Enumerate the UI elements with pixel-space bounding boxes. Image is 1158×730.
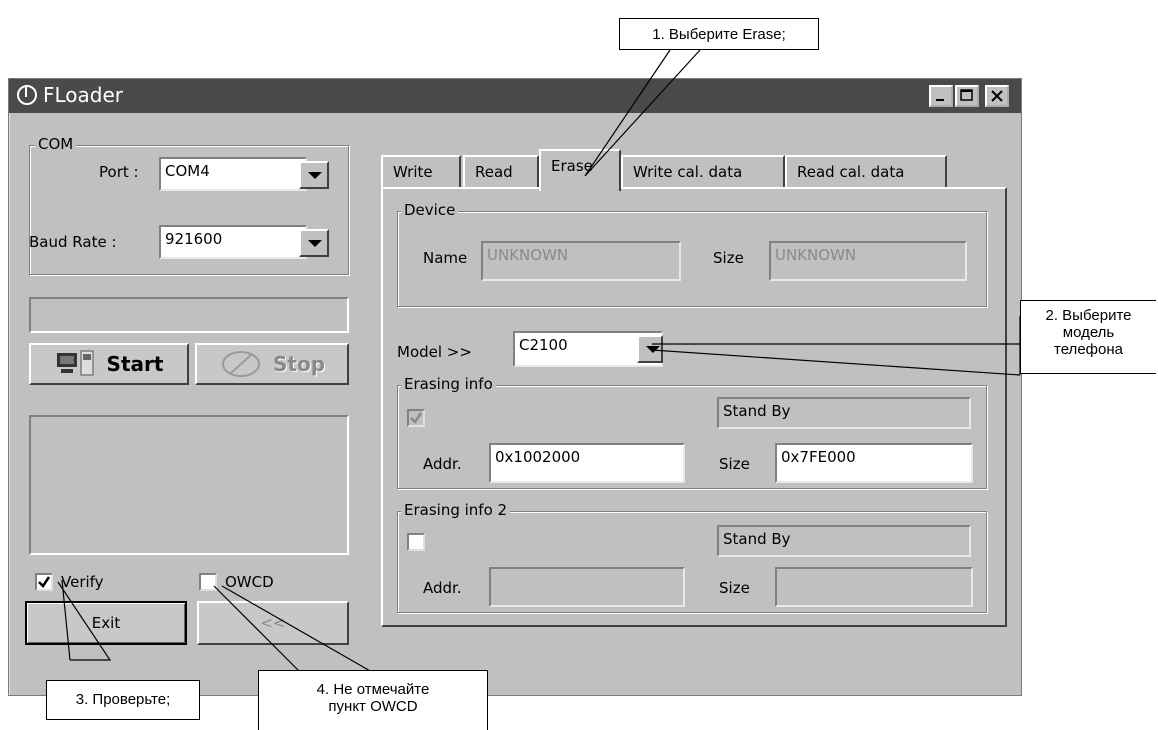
callout-2-line-2: модель (1062, 324, 1115, 341)
callout-3-line (57, 579, 112, 661)
callout-1-line (584, 49, 701, 177)
callout-4-line-2: пункт OWCD (328, 698, 418, 715)
callout-4-line-1: 4. Не отмечайте (316, 681, 430, 698)
callout-2-line-1: 2. Выберите (1045, 307, 1132, 324)
callout-2: 2. Выберите модель телефона (1020, 300, 1156, 374)
callout-2-line-3: телефона (1054, 341, 1123, 358)
callout-4: 4. Не отмечайте пункт OWCD (258, 670, 488, 730)
callout-4-line (213, 585, 373, 673)
callout-1: 1. Выберите Erase; (619, 18, 819, 50)
callout-2-line (651, 316, 1021, 376)
callout-lines (57, 49, 1021, 673)
callout-3: 3. Проверьте; (46, 680, 200, 720)
